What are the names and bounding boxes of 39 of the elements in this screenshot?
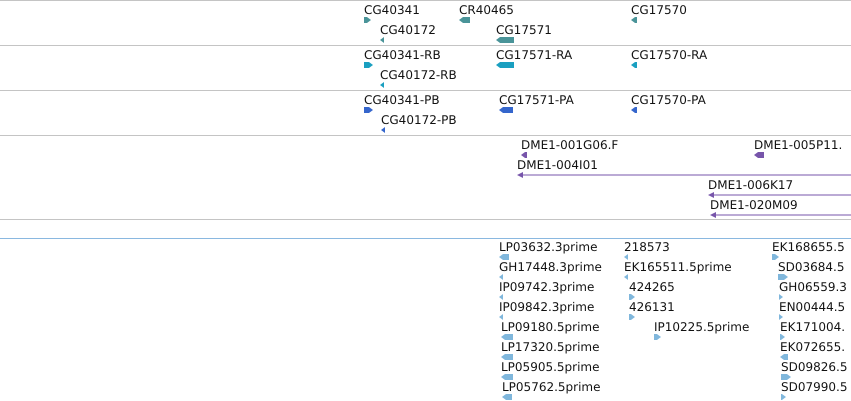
feature-label: IP09742.3prime bbox=[499, 280, 594, 294]
feature-label: CG40172-RB bbox=[380, 68, 457, 82]
feature-label: EK165511.5prime bbox=[624, 260, 732, 274]
feature-label: DME1-004I01 bbox=[517, 158, 598, 172]
feature-label: 424265 bbox=[629, 280, 675, 294]
feature-label: LP05762.5prime bbox=[502, 380, 601, 394]
feature-label: SD09826.5 bbox=[781, 360, 848, 374]
feature-label: CG17571 bbox=[496, 23, 552, 37]
feature-label: DME1-020M09 bbox=[710, 198, 798, 212]
feature-label: CG17570-RA bbox=[631, 48, 708, 62]
feature-label: LP09180.5prime bbox=[501, 320, 600, 334]
feature-label: DME1-005P11. bbox=[754, 138, 842, 152]
feature-label: EK168655.5 bbox=[772, 240, 845, 254]
feature-label: IP10225.5prime bbox=[654, 320, 750, 334]
feature-label: CR40465 bbox=[459, 3, 514, 17]
feature-label: 426131 bbox=[629, 300, 675, 314]
feature-label: EK171004. bbox=[780, 320, 846, 334]
feature-label: LP17320.5prime bbox=[501, 340, 600, 354]
feature-label: CG40341 bbox=[364, 3, 420, 17]
feature-label: IP09842.3prime bbox=[499, 300, 594, 314]
feature-label: EN00444.5 bbox=[779, 300, 846, 314]
feature-label: CG17571-PA bbox=[499, 93, 574, 107]
feature-label: CG40341-PB bbox=[364, 93, 440, 107]
feature-label: EK072655. bbox=[780, 340, 846, 354]
feature-label: CG17570 bbox=[631, 3, 687, 17]
feature-label: LP03632.3prime bbox=[499, 240, 598, 254]
feature-label: LP05905.5prime bbox=[501, 360, 600, 374]
feature-label: CG40172 bbox=[380, 23, 436, 37]
feature-label: DME1-006K17 bbox=[708, 178, 794, 192]
feature-label: GH06559.3 bbox=[779, 280, 847, 294]
feature-label: CG40172-PB bbox=[381, 113, 457, 127]
feature-label: 218573 bbox=[624, 240, 670, 254]
feature-label: CG17571-RA bbox=[496, 48, 572, 62]
feature-label: SD03684.5 bbox=[778, 260, 844, 274]
feature-label: DME1-001G06.F bbox=[521, 138, 618, 152]
feature-label: CG40341-RB bbox=[364, 48, 441, 62]
feature-label: CG17570-PA bbox=[631, 93, 706, 107]
feature-label: SD07990.5 bbox=[781, 380, 848, 394]
feature-label: GH17448.3prime bbox=[499, 260, 602, 274]
